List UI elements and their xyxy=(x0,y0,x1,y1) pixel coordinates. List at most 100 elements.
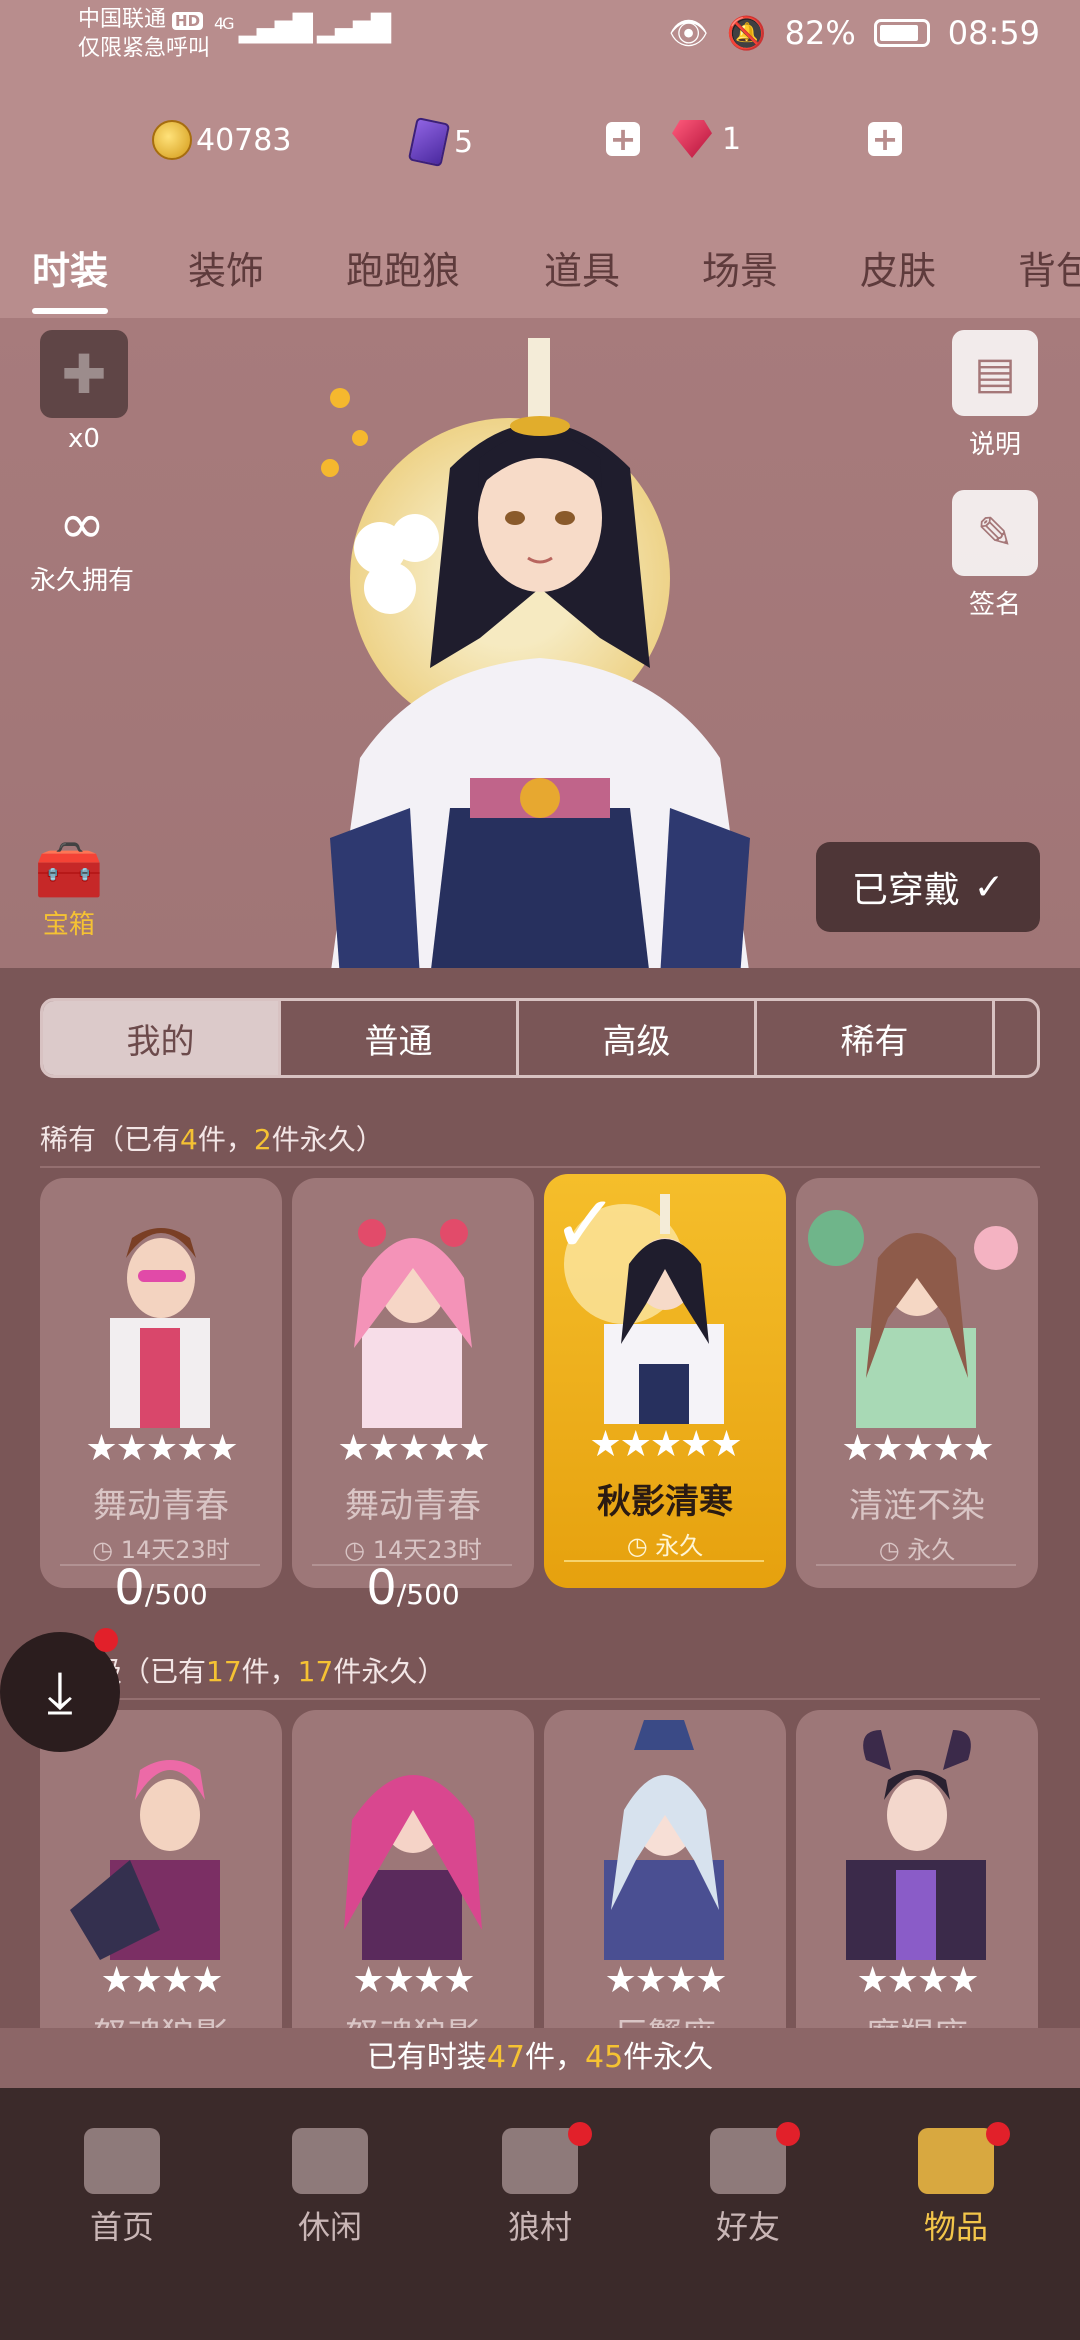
active-tab-indicator xyxy=(32,308,108,314)
friends-notification-dot xyxy=(776,2122,800,2146)
star-rating: ★★★★ xyxy=(604,1960,727,2001)
gem-balance: 1 xyxy=(672,120,741,158)
worn-button[interactable]: 已穿戴 ✓ xyxy=(816,842,1040,932)
rare-prefix: 稀有（已有 xyxy=(40,1123,181,1156)
nav-friends[interactable]: 好友 xyxy=(668,2128,828,2248)
status-bar: 中国联通 HD 仅限紧急呼叫 4G ▂▄▆█ ▂▄▆█ 👁 🔕 82% 08:59 xyxy=(0,0,1080,80)
help-button[interactable]: ▤ 说明 xyxy=(952,330,1038,461)
puzzle-piece-counter[interactable]: ✚ x0 xyxy=(40,330,128,454)
outfit-name: 怒魂狼影 xyxy=(292,2008,534,2028)
card-balance: 5 xyxy=(407,116,473,168)
gold-amount: 40783 xyxy=(196,122,292,158)
pen-icon: ✎ xyxy=(952,490,1038,576)
add-gem-button[interactable]: + xyxy=(868,122,902,156)
help-label: 说明 xyxy=(968,430,1021,460)
signature-button[interactable]: ✎ 签名 xyxy=(952,490,1038,621)
outfit-portrait xyxy=(604,1720,724,1960)
tab-backpack[interactable]: 背包 xyxy=(1018,240,1080,295)
nav-items-label: 物品 xyxy=(923,2208,988,2246)
outfit-name: 舞动青春 xyxy=(345,1486,481,1526)
infinity-clock-icon: ∞ xyxy=(58,492,106,557)
outfit-card[interactable]: ★★★★★ 舞动青春 ◷ 14天23时 xyxy=(292,1178,534,1588)
card-icon xyxy=(407,116,451,168)
outfit-card-selected[interactable]: ✓ ★★★★★ 秋影清寒 ◷ 永久 xyxy=(544,1174,786,1588)
star-rating: ★★★★★ xyxy=(841,1428,994,1469)
tab-props[interactable]: 道具 xyxy=(544,240,620,295)
outfit-progress: 0/500 xyxy=(40,1560,282,1616)
gem-icon xyxy=(672,120,712,158)
network-type: 4G xyxy=(214,14,235,33)
coin-icon xyxy=(152,120,192,160)
village-icon xyxy=(502,2128,578,2194)
filter-common[interactable]: 普通 xyxy=(281,1001,519,1075)
friends-icon xyxy=(710,2128,786,2194)
outfit-name: 巨蟹座 xyxy=(544,2008,786,2028)
outfit-card[interactable]: ★★★★ 怒魂狼影 xyxy=(40,1710,282,2028)
section-divider xyxy=(40,1166,1040,1168)
book-icon: ▤ xyxy=(952,330,1038,416)
section-divider xyxy=(40,1698,1040,1700)
card-divider xyxy=(816,1564,1016,1566)
progress-total: /500 xyxy=(144,1578,208,1611)
summary-prefix: 已有时装 xyxy=(366,2040,487,2075)
outfit-card[interactable]: ★★★★ 摩羯座 xyxy=(796,1710,1038,2028)
nav-items[interactable]: 物品 xyxy=(876,2128,1036,2248)
filter-rare[interactable]: 稀有 xyxy=(757,1001,995,1075)
filter-mine[interactable]: 我的 xyxy=(43,1001,281,1075)
outfit-portrait xyxy=(846,1730,986,1960)
star-rating: ★★★★ xyxy=(352,1960,475,2001)
rarity-filter: 我的 普通 高级 稀有 xyxy=(40,998,1040,1078)
carrier-info: 中国联通 HD 仅限紧急呼叫 xyxy=(78,6,210,63)
star-rating: ★★★★★ xyxy=(85,1428,238,1469)
adv-perm-count: 17 xyxy=(297,1655,334,1688)
currency-bar: 40783 5 + 1 + xyxy=(0,80,1080,210)
bottom-navigation: 首页 休闲 狼村 好友 物品 xyxy=(0,2088,1080,2340)
outfit-card[interactable]: ★★★★ 怒魂狼影 xyxy=(292,1710,534,2028)
worn-label: 已穿戴 xyxy=(851,870,960,911)
filter-advanced[interactable]: 高级 xyxy=(519,1001,757,1075)
summary-perm: 45 xyxy=(585,2040,624,2075)
progress-total: /500 xyxy=(396,1578,460,1611)
outfit-card[interactable]: ★★★★★ 舞动青春 ◷ 14天23时 xyxy=(40,1178,282,1588)
outfit-name: 舞动青春 xyxy=(93,1486,229,1526)
nav-home[interactable]: 首页 xyxy=(42,2128,202,2248)
outfit-name: 怒魂狼影 xyxy=(40,2008,282,2028)
tab-outfit[interactable]: 时装 xyxy=(32,240,108,295)
hd-badge: HD xyxy=(172,12,204,30)
tab-decoration[interactable]: 装饰 xyxy=(188,240,264,295)
tab-runner-wolf[interactable]: 跑跑狼 xyxy=(346,240,460,295)
check-icon: ✓ xyxy=(973,866,1005,908)
summary-suffix: 件永久 xyxy=(623,2040,714,2075)
add-card-button[interactable]: + xyxy=(606,122,640,156)
rare-suffix: 件永久） xyxy=(271,1123,384,1156)
outfit-portrait xyxy=(344,1775,482,1960)
puzzle-count: x0 xyxy=(68,424,100,454)
signal-icon: 4G ▂▄▆█ ▂▄▆█ xyxy=(214,14,391,44)
adv-owned-count: 17 xyxy=(206,1655,242,1688)
village-notification-dot xyxy=(568,2122,592,2146)
progress-value: 0 xyxy=(114,1560,145,1616)
tab-scene[interactable]: 场景 xyxy=(702,240,778,295)
outfit-name: 秋影清寒 xyxy=(597,1482,733,1522)
outfit-card[interactable]: ★★★★★ 清涟不染 ◷ 永久 xyxy=(796,1178,1038,1588)
rare-perm-count: 2 xyxy=(253,1123,272,1156)
adv-suffix: 件永久） xyxy=(333,1655,446,1688)
ownership-status: ∞ 永久拥有 xyxy=(30,490,134,597)
status-right: 👁 🔕 82% 08:59 xyxy=(668,14,1040,52)
outfit-card[interactable]: ★★★★ 巨蟹座 xyxy=(544,1710,786,2028)
duration-text: 永久 xyxy=(655,1532,704,1560)
clock: 08:59 xyxy=(947,14,1040,52)
ownership-summary: 已有时装47件，45件永久 xyxy=(0,2028,1080,2088)
ownership-label: 永久拥有 xyxy=(30,566,135,596)
outfit-portrait xyxy=(110,1228,210,1428)
star-rating: ★★★★ xyxy=(100,1960,223,2001)
nav-leisure[interactable]: 休闲 xyxy=(250,2128,410,2248)
star-rating: ★★★★★ xyxy=(589,1424,742,1465)
filter-more[interactable] xyxy=(995,1001,1037,1075)
mute-icon: 🔕 xyxy=(726,14,767,52)
nav-village-label: 狼村 xyxy=(507,2208,572,2246)
rare-owned-count: 4 xyxy=(180,1123,198,1156)
tab-skin[interactable]: 皮肤 xyxy=(860,240,936,295)
chest-button[interactable]: 🧰 宝箱 xyxy=(34,838,104,941)
nav-wolf-village[interactable]: 狼村 xyxy=(460,2128,620,2248)
